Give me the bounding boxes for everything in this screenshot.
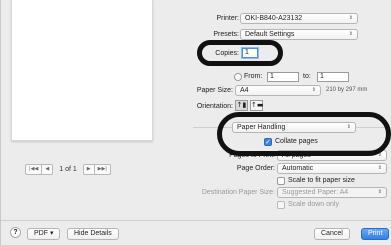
popup-arrows-icon: ⇕ (311, 87, 316, 93)
previous-page-button[interactable]: ◀ (42, 164, 54, 175)
scale-to-fit-label: Scale to fit paper size (288, 177, 355, 184)
pages-to-print-label: Pages to Print: (229, 152, 275, 159)
page-order-value: Automatic (282, 165, 314, 172)
preview-navigation: |◀◀ ◀ 1 of 1 ▶ ▶▶| (25, 164, 111, 175)
copies-label: Copies: (215, 50, 239, 57)
last-page-button[interactable]: ▶▶| (94, 164, 111, 175)
print-button[interactable]: Print (361, 228, 390, 240)
page-order-label: Page Order: (236, 165, 275, 172)
pages-to-label: to: (303, 73, 311, 80)
popup-arrows-icon: ⇕ (377, 189, 382, 195)
print-preview (11, 0, 153, 141)
presets-popup[interactable]: Default Settings ⇕ (240, 29, 358, 40)
pages-to-print-value: All pages (282, 152, 311, 159)
page-order-popup[interactable]: Automatic ⇕ (277, 163, 387, 174)
portrait-orientation-icon[interactable]: ↑▮ (235, 100, 248, 111)
scale-down-label: Scale down only (288, 201, 339, 208)
first-page-button[interactable]: |◀◀ (25, 164, 43, 175)
landscape-orientation-icon[interactable]: ↑▬ (250, 100, 263, 111)
collate-checkbox[interactable]: ✓ (264, 138, 272, 146)
pages-to-print-popup[interactable]: All pages ⇕ (277, 150, 387, 161)
paper-size-label: Paper Size: (196, 87, 233, 94)
paper-dimensions: 210 by 297 mm (326, 87, 368, 93)
preview-back-group: |◀◀ ◀ (25, 164, 54, 175)
paper-size-value: A4 (240, 87, 249, 94)
dest-paper-size-value: Suggested Paper: A4 (282, 189, 349, 196)
pages-range-radio[interactable] (234, 73, 242, 81)
orientation-label: Orientation: (196, 103, 233, 110)
help-button[interactable]: ? (10, 227, 21, 238)
scale-to-fit-checkbox[interactable] (277, 177, 285, 185)
section-popup[interactable]: Paper Handling ⇕ (232, 122, 356, 133)
collate-label: Collate pages (275, 138, 318, 145)
copies-field[interactable]: 1 (242, 48, 258, 58)
presets-label: Presets: (213, 31, 239, 38)
section-value: Paper Handling (237, 124, 286, 131)
cancel-button[interactable]: Cancel (314, 228, 350, 240)
dest-paper-size-label: Destination Paper Size: (201, 189, 275, 196)
popup-arrows-icon: ⇕ (346, 124, 351, 130)
printer-value: OKI-B840-A23132 (245, 15, 303, 22)
popup-arrows-icon: ⇕ (348, 15, 353, 21)
preview-forward-group: ▶ ▶▶| (82, 164, 111, 175)
pdf-menu-button[interactable]: PDF ▾ (27, 228, 61, 240)
popup-arrows-icon: ⇕ (348, 31, 353, 37)
page-indicator: 1 of 1 (59, 166, 77, 173)
printer-label: Printer: (216, 15, 239, 22)
next-page-button[interactable]: ▶ (82, 164, 95, 175)
scale-down-checkbox[interactable] (277, 201, 285, 209)
popup-arrows-icon: ⇕ (377, 152, 382, 158)
presets-value: Default Settings (245, 31, 295, 38)
pages-from-field[interactable]: 1 (267, 72, 299, 82)
pages-from-label: From: (244, 73, 263, 80)
popup-arrows-icon: ⇕ (377, 165, 382, 171)
printer-popup[interactable]: OKI-B840-A23132 ⇕ (240, 13, 358, 24)
dest-paper-size-popup[interactable]: Suggested Paper: A4 ⇕ (277, 187, 387, 198)
pages-to-field[interactable]: 1 (317, 72, 349, 82)
print-dialog: |◀◀ ◀ 1 of 1 ▶ ▶▶| Printer: OKI-B840-A23… (0, 0, 391, 245)
paper-size-popup[interactable]: A4 ⇕ (235, 85, 321, 96)
hide-details-button[interactable]: Hide Details (67, 228, 119, 240)
